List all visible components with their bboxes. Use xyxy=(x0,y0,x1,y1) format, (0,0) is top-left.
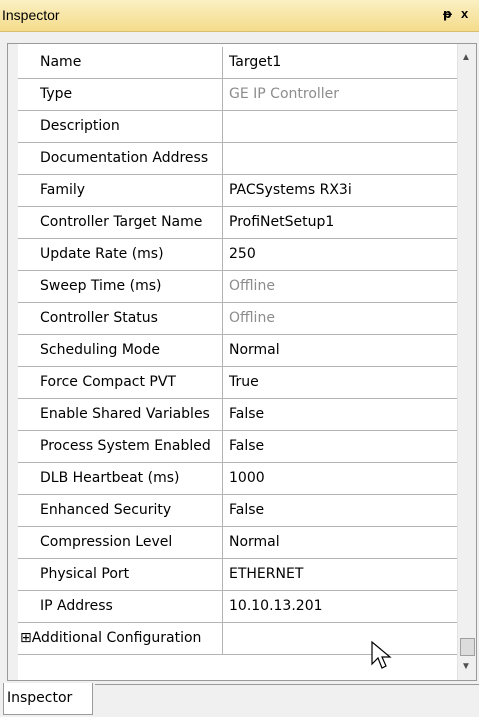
property-value[interactable]: 10.10.13.201 xyxy=(223,591,457,622)
scroll-up-icon[interactable]: ▲ xyxy=(461,52,471,63)
property-name: Enhanced Security xyxy=(18,495,223,526)
property-value[interactable]: Target1 xyxy=(223,47,457,78)
property-name: Description xyxy=(18,111,223,142)
property-value[interactable]: False xyxy=(223,495,457,526)
property-grid: Name Target1 Type GE IP Controller Descripti… xyxy=(7,43,477,681)
vertical-scrollbar[interactable]: ▲ ▼ xyxy=(457,44,476,680)
close-icon[interactable]: x xyxy=(461,6,468,21)
property-row[interactable]: Compression Level Normal xyxy=(18,527,457,559)
property-row[interactable]: Type GE IP Controller xyxy=(18,79,457,111)
property-row[interactable]: Scheduling Mode Normal xyxy=(18,335,457,367)
property-value[interactable]: False xyxy=(223,399,457,430)
property-value[interactable]: ETHERNET xyxy=(223,559,457,590)
property-name: Sweep Time (ms) xyxy=(18,271,223,302)
property-row[interactable]: Force Compact PVT True xyxy=(18,367,457,399)
property-row[interactable]: DLB Heartbeat (ms) 1000 xyxy=(18,463,457,495)
property-value[interactable]: 250 xyxy=(223,239,457,270)
property-name: DLB Heartbeat (ms) xyxy=(18,463,223,494)
property-value[interactable]: 1000 xyxy=(223,463,457,494)
property-value: Offline xyxy=(229,310,275,326)
property-value[interactable]: False xyxy=(223,431,457,462)
property-row[interactable]: Enable Shared Variables False xyxy=(18,399,457,431)
property-name: Compression Level xyxy=(18,527,223,558)
property-row[interactable]: IP Address 10.10.13.201 xyxy=(18,591,457,623)
scrollbar-thumb[interactable] xyxy=(460,638,475,656)
property-row[interactable]: Documentation Address xyxy=(18,143,457,175)
property-name: IP Address xyxy=(18,591,223,622)
property-value[interactable]: Normal xyxy=(223,527,457,558)
panel-titlebar[interactable]: Inspector ᵽ x xyxy=(0,0,479,32)
property-value[interactable]: True xyxy=(223,367,457,398)
property-group-label[interactable]: ⊞Additional Configuration xyxy=(18,623,223,654)
property-value[interactable] xyxy=(223,623,457,654)
property-row[interactable]: Physical Port ETHERNET xyxy=(18,559,457,591)
property-name: Enable Shared Variables xyxy=(18,399,223,430)
property-row[interactable]: Update Rate (ms) 250 xyxy=(18,239,457,271)
tab-strip-line xyxy=(95,684,479,685)
property-name: Process System Enabled xyxy=(18,431,223,462)
property-name: Scheduling Mode xyxy=(18,335,223,366)
property-name: Family xyxy=(18,175,223,206)
property-rows: Name Target1 Type GE IP Controller Descripti… xyxy=(18,47,457,655)
property-name: Documentation Address xyxy=(18,143,223,174)
property-value[interactable] xyxy=(223,111,457,142)
property-row[interactable]: Description xyxy=(18,111,457,143)
tab-inspector[interactable]: Inspector xyxy=(3,683,93,715)
inspector-panel: Inspector ᵽ x Name Target1 Type GE IP Contr… xyxy=(0,0,479,717)
tab-strip: Inspector xyxy=(0,683,479,717)
property-row[interactable]: Name Target1 xyxy=(18,47,457,79)
property-name: Physical Port xyxy=(18,559,223,590)
grid-margin xyxy=(8,44,18,680)
property-name: Controller Status xyxy=(18,303,223,334)
property-name: Update Rate (ms) xyxy=(18,239,223,270)
property-name: Controller Target Name xyxy=(18,207,223,238)
property-value[interactable] xyxy=(223,143,457,174)
property-value: Offline xyxy=(229,278,275,294)
scroll-down-icon[interactable]: ▼ xyxy=(461,661,471,672)
pin-icon[interactable]: ᵽ xyxy=(443,7,452,21)
property-row[interactable]: Controller Status Offline xyxy=(18,303,457,335)
property-row[interactable]: Controller Target Name ProfiNetSetup1 xyxy=(18,207,457,239)
property-value[interactable]: PACSystems RX3i xyxy=(223,175,457,206)
property-row[interactable]: Sweep Time (ms) Offline xyxy=(18,271,457,303)
property-row[interactable]: Process System Enabled False xyxy=(18,431,457,463)
property-value[interactable]: Normal xyxy=(223,335,457,366)
property-name: Name xyxy=(18,47,223,78)
property-row[interactable]: Family PACSystems RX3i xyxy=(18,175,457,207)
property-row[interactable]: Enhanced Security False xyxy=(18,495,457,527)
property-value: GE IP Controller xyxy=(229,86,340,102)
mouse-cursor-icon xyxy=(371,640,392,669)
property-name: Type xyxy=(18,79,223,110)
panel-title: Inspector xyxy=(2,7,60,23)
property-name: Force Compact PVT xyxy=(18,367,223,398)
property-value[interactable]: ProfiNetSetup1 xyxy=(223,207,457,238)
